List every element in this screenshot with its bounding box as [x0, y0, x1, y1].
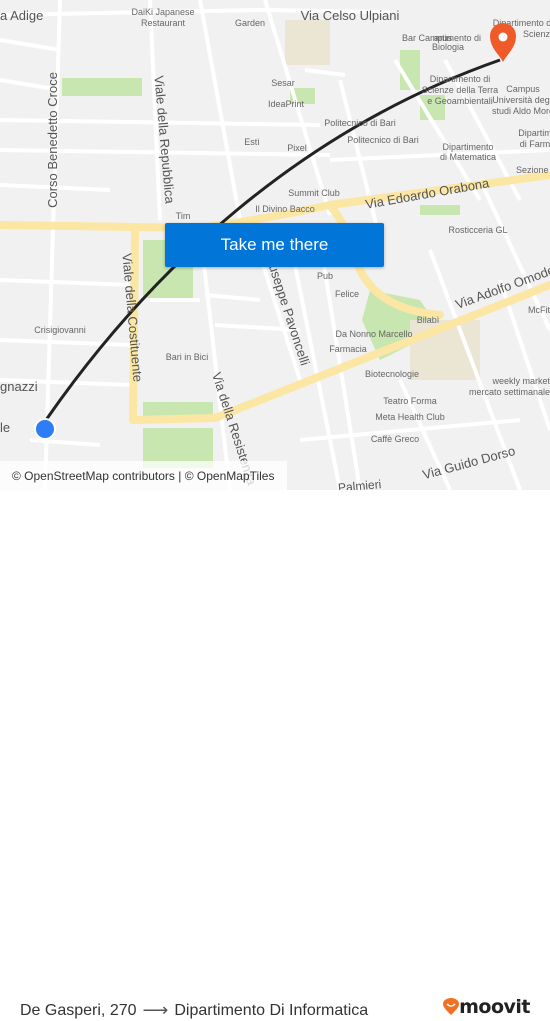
- map-label: Garden: [235, 18, 265, 28]
- map-label: mercato settimanale: [469, 387, 550, 397]
- origin-marker-icon[interactable]: [34, 418, 56, 440]
- route-summary: De Gasperi, 270 ⟶ Dipartimento Di Inform…: [20, 1000, 368, 1021]
- park: [62, 78, 142, 96]
- map-label: Pixel: [287, 143, 307, 153]
- map-label: Dipartimento: [442, 142, 493, 152]
- openstreetmap-link[interactable]: © OpenStreetMap contributors: [12, 469, 175, 483]
- map-label: studi Aldo Moro: [492, 106, 550, 116]
- map-label: Biotecnologie: [365, 369, 419, 379]
- map-label: Sezione: [516, 165, 549, 175]
- map-label: Scienze Fo: [523, 29, 550, 39]
- map-label: Tim: [176, 211, 191, 221]
- map-attribution: © OpenStreetMap contributors | © OpenMap…: [0, 461, 287, 490]
- map-label: Biologia: [432, 42, 464, 52]
- map-label: Viale della Costituente: [119, 253, 145, 383]
- map-label: McFit: [528, 305, 550, 315]
- map-label: Pub: [317, 271, 333, 281]
- map-label: Via Guido Dorso: [421, 443, 517, 482]
- map[interactable]: a Adige DaiKi Japanese Restaurant Garden Via…: [0, 0, 550, 490]
- map-label: Politecnico di Bari: [324, 118, 396, 128]
- moovit-wordmark: moovit: [459, 996, 530, 1018]
- moovit-pin-icon: [443, 998, 460, 1015]
- map-label: di Matematica: [440, 152, 496, 162]
- map-label: IdeaPrint: [268, 99, 305, 109]
- map-label: di Farm: [520, 139, 550, 149]
- map-label: Politecnico di Bari: [347, 135, 419, 145]
- take-me-there-button[interactable]: Take me there: [165, 223, 384, 267]
- footer: De Gasperi, 270 ⟶ Dipartimento Di Inform…: [0, 490, 550, 1020]
- map-label: Restaurant: [141, 18, 186, 28]
- map-label: weekly market: [491, 376, 550, 386]
- arrow-right-icon: ⟶: [142, 1000, 169, 1020]
- moovit-logo: moovit: [443, 996, 530, 1018]
- map-label: Felice: [335, 289, 359, 299]
- map-label: gnazzi: [0, 379, 38, 394]
- map-label: Caffè Greco: [371, 434, 419, 444]
- map-label: Scienze della Terra: [422, 85, 498, 95]
- map-label: Rosticceria GL: [448, 225, 507, 235]
- map-label: a Adige: [0, 8, 43, 23]
- openmaptiles-link[interactable]: © OpenMapTiles: [185, 469, 275, 483]
- map-label: Università degli: [492, 95, 550, 105]
- map-label: Summit Club: [288, 188, 340, 198]
- map-label: le: [0, 420, 10, 435]
- map-label: e Geoambientali: [427, 96, 493, 106]
- map-label: Via Celso Ulpiani: [301, 8, 400, 23]
- origin-name: De Gasperi, 270: [20, 1001, 137, 1019]
- landuse-area: [285, 20, 330, 65]
- map-label: Palmieri: [337, 477, 381, 490]
- map-label: Farmacia: [329, 344, 367, 354]
- map-label: Bari in Bici: [166, 352, 209, 362]
- park: [420, 205, 460, 215]
- destination-pin-icon[interactable]: [490, 23, 516, 62]
- map-label: Estì: [244, 137, 260, 147]
- map-label: Bilabì: [417, 315, 440, 325]
- map-label: Meta Health Club: [375, 412, 445, 422]
- map-label: Dipartimento di: [430, 74, 491, 84]
- map-label: DaiKi Japanese: [131, 7, 194, 17]
- map-label: Crisigiovanni: [34, 325, 86, 335]
- map-label: Dipartim: [518, 128, 550, 138]
- map-label: Teatro Forma: [383, 396, 437, 406]
- map-label: Corso Benedetto Croce: [45, 72, 60, 208]
- map-label: Sesar: [271, 78, 295, 88]
- map-label: Il Divino Bacco: [255, 204, 315, 214]
- map-label: Campus: [506, 84, 540, 94]
- attribution-separator: |: [174, 468, 185, 483]
- destination-name: Dipartimento Di Informatica: [174, 1001, 369, 1019]
- map-label: Da Nonno Marcello: [335, 329, 412, 339]
